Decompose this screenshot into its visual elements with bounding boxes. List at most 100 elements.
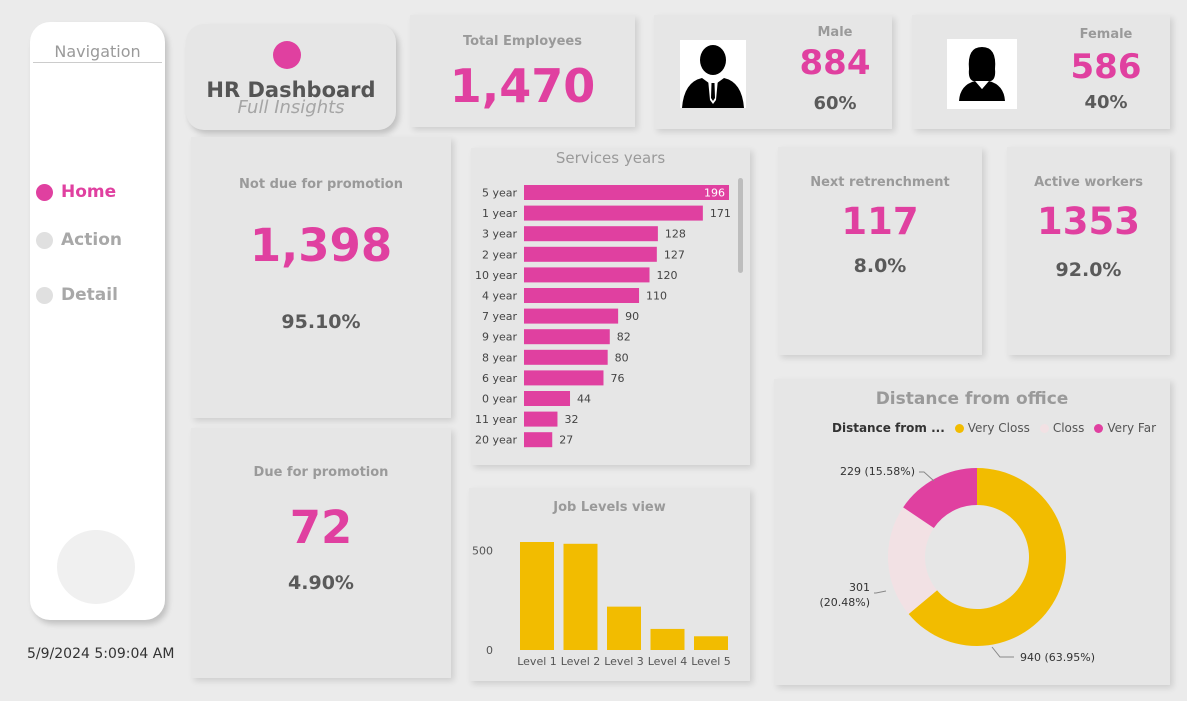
next-retrenchment-percent: 8.0% — [853, 255, 907, 277]
category-label: 5 year — [482, 187, 518, 200]
category-label: 0 year — [482, 393, 518, 406]
bar[interactable] — [524, 329, 610, 345]
female-value: 586 — [1070, 47, 1142, 87]
bar[interactable] — [524, 349, 608, 365]
dot-icon — [36, 183, 53, 201]
data-label: 127 — [664, 248, 685, 261]
active-workers-percent: 92.0% — [1055, 259, 1122, 281]
dashboard-header: HR Dashboard Full Insights — [186, 24, 396, 130]
leader-line — [874, 590, 887, 594]
nav-item-detail[interactable]: Detail — [36, 285, 118, 305]
female-percent: 40% — [1084, 92, 1128, 113]
bar[interactable] — [524, 226, 658, 242]
active-workers-value: 1353 — [1037, 200, 1140, 243]
due-promotion-percent: 4.90% — [288, 572, 354, 594]
services-years-card: Services years 5 year 196 1 year 171 3 year 1… — [471, 148, 750, 465]
y-tick-label: 0 — [486, 644, 493, 657]
male-percent: 60% — [813, 93, 857, 114]
bar[interactable] — [524, 370, 604, 386]
data-label: 80 — [615, 351, 629, 364]
next-retrenchment-card: Next retrenchment 117 8.0% — [778, 147, 982, 355]
navigation-title: Navigation — [54, 42, 141, 61]
data-label: 76 — [610, 372, 624, 385]
divider — [33, 62, 162, 63]
bar[interactable] — [563, 543, 598, 650]
data-label: (20.48%) — [819, 596, 870, 609]
female-person-icon — [947, 39, 1017, 109]
distance-donut-chart: 940 (63.95%) 301 (20.48%) 229 (15.58%) — [819, 465, 1095, 664]
category-label: 8 year — [482, 351, 518, 364]
nav-item-label: Detail — [61, 285, 118, 305]
bar[interactable] — [650, 628, 685, 650]
female-card: Female 586 40% — [912, 15, 1170, 129]
card-label: Active workers — [1034, 175, 1143, 190]
bar[interactable] — [524, 205, 703, 221]
data-label: 940 (63.95%) — [1020, 651, 1095, 664]
dot-icon — [36, 286, 53, 304]
bar[interactable] — [524, 185, 729, 200]
nav-item-label: Action — [61, 230, 122, 250]
data-label: 229 (15.58%) — [840, 465, 915, 478]
job-levels-card: Job Levels view 500 0 Level 1 Level 2 Level … — [469, 488, 750, 681]
card-label: Male — [817, 25, 853, 40]
data-label: 171 — [710, 207, 731, 220]
male-card: Male 884 60% — [654, 15, 892, 129]
bar[interactable] — [524, 432, 553, 448]
category-label: Level 4 — [648, 655, 688, 668]
not-due-promotion-value: 1,398 — [249, 219, 393, 272]
male-person-icon — [680, 40, 746, 108]
bar[interactable] — [524, 246, 657, 262]
category-label: 11 year — [475, 413, 518, 426]
due-promotion-card: Due for promotion 72 4.90% — [191, 428, 451, 678]
category-label: 20 year — [475, 434, 518, 447]
category-label: 2 year — [482, 248, 518, 261]
bar[interactable] — [524, 391, 571, 406]
card-label: Female — [1079, 27, 1133, 42]
leader-line — [919, 471, 935, 482]
services-years-chart: 5 year 196 1 year 171 3 year 128 2 year 127 10 y… — [475, 185, 731, 448]
data-label: 120 — [657, 269, 678, 282]
page-subtitle: Full Insights — [237, 97, 345, 118]
category-label: 6 year — [482, 372, 518, 385]
bar[interactable] — [524, 267, 650, 283]
card-label: Not due for promotion — [239, 177, 403, 192]
bar[interactable] — [520, 542, 554, 650]
data-label: 27 — [559, 434, 573, 447]
nav-item-home[interactable]: Home — [36, 182, 116, 202]
nav-item-action[interactable]: Action — [36, 230, 122, 250]
category-label: 9 year — [482, 331, 518, 344]
data-label: 301 — [849, 581, 870, 594]
leader-line — [991, 646, 1014, 658]
data-label: 196 — [704, 187, 725, 200]
datetime: 5/9/2024 5:09:04 AM — [27, 646, 175, 662]
bar[interactable] — [607, 606, 641, 650]
bar[interactable] — [694, 636, 728, 650]
category-label: 3 year — [482, 228, 518, 241]
category-label: Level 2 — [561, 655, 601, 668]
data-label: 32 — [564, 413, 578, 426]
bar[interactable] — [524, 308, 619, 324]
category-label: 4 year — [482, 290, 518, 303]
data-label: 44 — [577, 393, 591, 406]
total-employees-value: 1,470 — [449, 59, 596, 113]
not-due-promotion-percent: 95.10% — [281, 311, 361, 333]
card-label: Due for promotion — [253, 465, 389, 480]
distance-card: Distance from office Distance from ... V… — [774, 379, 1170, 685]
next-retrenchment-value: 117 — [841, 200, 919, 243]
data-label: 82 — [617, 331, 631, 344]
job-levels-chart: 500 0 Level 1 Level 2 Level 3 Level 4 Level 5 — [472, 542, 731, 668]
card-label: Next retrenchment — [810, 175, 950, 190]
nav-circle-button[interactable] — [57, 530, 135, 604]
nav-item-label: Home — [61, 182, 117, 202]
due-promotion-value: 72 — [289, 501, 353, 554]
total-employees-card: Total Employees 1,470 — [410, 15, 635, 127]
dot-icon — [36, 231, 53, 249]
bar[interactable] — [524, 411, 558, 427]
chart-scrollbar[interactable] — [738, 178, 743, 273]
bar[interactable] — [524, 288, 640, 303]
logo-dot-icon — [273, 41, 301, 69]
category-label: 10 year — [475, 269, 518, 282]
category-label: 1 year — [482, 207, 518, 220]
category-label: 7 year — [482, 310, 518, 323]
category-label: Level 5 — [691, 655, 731, 668]
